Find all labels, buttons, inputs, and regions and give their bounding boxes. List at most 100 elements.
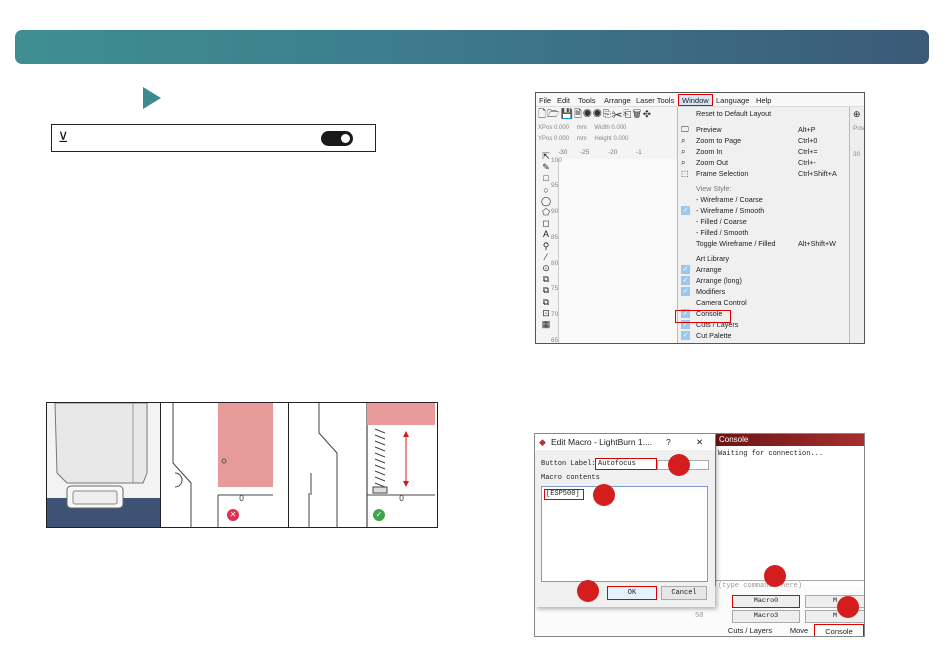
- measure-icon[interactable]: ⁄: [539, 252, 553, 263]
- edit-nodes-icon[interactable]: ✎: [539, 162, 553, 173]
- macro3-button[interactable]: Macro3: [732, 610, 800, 623]
- menu-wireframe-smooth[interactable]: ✓ - Wireframe / Smooth: [678, 205, 849, 216]
- console-title: Console: [716, 434, 864, 446]
- photo-laser-head: [47, 403, 161, 527]
- console-command-input[interactable]: (type commands here): [718, 582, 802, 590]
- unit-label: mm: [576, 125, 587, 131]
- ok-check-icon: ✓: [373, 509, 385, 521]
- menu-camera-control[interactable]: Camera Control: [678, 297, 849, 308]
- circle-icon[interactable]: ◯: [539, 196, 553, 207]
- check-icon: ✓: [681, 265, 690, 274]
- menu-zoom-in[interactable]: ⌕ Zoom In Ctrl+=: [678, 146, 849, 157]
- text-icon[interactable]: A: [539, 229, 553, 240]
- macro-contents-textarea[interactable]: [ESP500]: [541, 486, 708, 582]
- macro-command-text: [ESP500]: [544, 489, 584, 500]
- menu-zoom-page[interactable]: ⌕ Zoom to Page Ctrl+0: [678, 135, 849, 146]
- frame-icon[interactable]: ⊡: [539, 308, 553, 319]
- tab-cuts-layers[interactable]: Cuts / Layers: [715, 624, 785, 636]
- menu-art-library[interactable]: Art Library: [678, 253, 849, 264]
- check-icon: ✓: [681, 331, 690, 340]
- array-icon[interactable]: ⧉: [539, 285, 553, 296]
- menu-preview[interactable]: 🖵 Preview Alt+P: [678, 124, 849, 135]
- menu-language[interactable]: Language: [716, 96, 749, 105]
- check-icon: ✓: [681, 206, 690, 215]
- svg-text:0: 0: [239, 494, 244, 503]
- ruler-tick: -20: [608, 149, 618, 156]
- tool-palette: ⇱ ✎ □ ○ ◯ ⬠ ◻ A ⚲ ⁄ ⊙ ⧉ ⧉ ⧉ ⊡ ▦: [539, 151, 553, 343]
- menu-filled-coarse[interactable]: - Filled / Coarse: [678, 216, 849, 227]
- unit-label: mm: [576, 136, 587, 142]
- cancel-button[interactable]: Cancel: [661, 586, 707, 600]
- polygon-icon[interactable]: ⬠: [539, 207, 553, 218]
- grid-icon[interactable]: ⧉: [539, 297, 553, 308]
- dots-icon[interactable]: ▦: [539, 319, 553, 330]
- macro0-button[interactable]: Macro0: [732, 595, 800, 608]
- step-marker: [764, 565, 786, 587]
- laser-head-drawing: [47, 403, 160, 527]
- copy-icon[interactable]: ⧉: [539, 274, 553, 285]
- menu-wireframe-coarse[interactable]: - Wireframe / Coarse: [678, 194, 849, 205]
- console-highlight-box: [675, 310, 731, 323]
- position-icon[interactable]: ⚲: [539, 241, 553, 252]
- right-panel: ⊕ Pos 30: [850, 107, 865, 343]
- ypos-field[interactable]: YPos 0.000: [538, 136, 569, 142]
- tab-move[interactable]: Move: [785, 624, 813, 636]
- position-label: Pos: [853, 125, 865, 132]
- toggle-switch[interactable]: [321, 131, 353, 146]
- dialog-title: Edit Macro - LightBurn 1....: [551, 437, 653, 447]
- header-banner: [15, 30, 929, 64]
- error-icon: ✕: [227, 509, 239, 521]
- menu-bar: File Edit Tools Arrange Laser Tools Wind…: [536, 93, 864, 107]
- photo-too-far: 0 ✕: [161, 403, 289, 527]
- lightburn-window-screenshot: File Edit Tools Arrange Laser Tools Wind…: [535, 92, 865, 344]
- design-canvas[interactable]: [558, 159, 677, 343]
- ok-button[interactable]: OK: [607, 586, 657, 600]
- svg-text:0: 0: [399, 494, 404, 503]
- menu-filled-smooth[interactable]: - Filled / Smooth: [678, 227, 849, 238]
- ellipse-icon[interactable]: ○: [539, 185, 553, 196]
- menu-file[interactable]: File: [539, 96, 551, 105]
- console-output: Waiting for connection...: [718, 450, 824, 458]
- toolbar-icons[interactable]: 🗋🗁💾🗎◉◉⎘✂⎗🗑✥: [536, 107, 676, 121]
- rectangle-icon[interactable]: □: [539, 173, 553, 184]
- height-field[interactable]: Height 0.000: [594, 136, 628, 142]
- menu-laser-tools[interactable]: Laser Tools: [636, 96, 674, 105]
- select-tool-icon[interactable]: ⇱: [539, 151, 553, 162]
- menu-modifiers[interactable]: ✓ Modifiers: [678, 286, 849, 297]
- xpos-field[interactable]: XPos 0.000: [538, 125, 569, 131]
- close-icon[interactable]: ✕: [696, 434, 703, 450]
- tab-console[interactable]: Console: [814, 624, 864, 636]
- ruler-tick: -25: [580, 149, 590, 156]
- offset-icon[interactable]: ⊙: [539, 263, 553, 274]
- menu-window[interactable]: Window: [678, 94, 713, 106]
- zoom-out-icon: ⌕: [681, 158, 686, 167]
- menu-arrange[interactable]: ✓ Arrange: [678, 264, 849, 275]
- menu-arrange-long[interactable]: ✓ Arrange (long): [678, 275, 849, 286]
- play-icon: [143, 87, 161, 109]
- step-marker: [577, 580, 599, 602]
- photo-correct-focus: 0 ✓: [289, 403, 437, 527]
- dialog-titlebar: ◆ Edit Macro - LightBurn 1.... ? ✕: [535, 434, 715, 450]
- menu-arrange[interactable]: Arrange: [604, 96, 631, 105]
- laser-correct-drawing: 0: [308, 403, 435, 527]
- menu-tools[interactable]: Tools: [578, 96, 596, 105]
- macro-contents-caption: Macro contents: [541, 474, 600, 482]
- shape-icon[interactable]: ◻: [539, 218, 553, 229]
- menu-reset-layout[interactable]: Reset to Default Layout: [678, 108, 849, 119]
- help-button[interactable]: ?: [666, 434, 671, 450]
- target-icon[interactable]: ⊕: [853, 109, 861, 120]
- menu-edit[interactable]: Edit: [557, 96, 570, 105]
- window-menu-dropdown: Reset to Default Layout 🖵 Preview Alt+P ⌕ Z…: [677, 107, 850, 343]
- menu-help[interactable]: Help: [756, 96, 771, 105]
- menu-frame-selection[interactable]: ⬚ Frame Selection Ctrl+Shift+A: [678, 168, 849, 179]
- toggle-knob: [341, 134, 350, 143]
- check-icon: ✓: [681, 287, 690, 296]
- menu-toggle-wireframe[interactable]: Toggle Wireframe / Filled Alt+Shift+W: [678, 238, 849, 249]
- menu-view-style-header: View Style:: [696, 184, 732, 193]
- width-field[interactable]: Width 0.000: [594, 125, 626, 131]
- button-label-input[interactable]: Autofocus: [595, 458, 657, 470]
- menu-zoom-out[interactable]: ⌕ Zoom Out Ctrl+-: [678, 157, 849, 168]
- menu-cut-palette[interactable]: ✓ Cut Palette: [678, 330, 849, 341]
- ruler-tick: -30: [558, 149, 568, 156]
- button-label-caption: Button Label:: [541, 460, 596, 468]
